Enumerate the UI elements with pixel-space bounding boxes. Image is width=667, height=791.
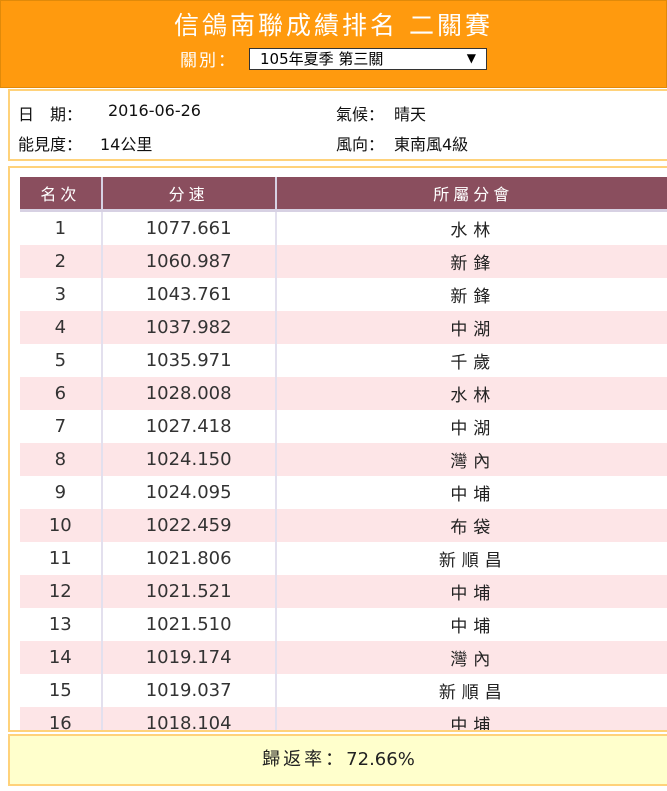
table-row: 5 1035.971 千歲 [20,344,667,377]
rank-cell: 8 [20,443,103,476]
speed-cell: 1028.008 [102,377,277,410]
page-title: 信鴿南聯成績排名 二關賽 [174,11,493,40]
rank-cell: 1 [20,212,103,245]
table-row: 1 1077.661 水林 [20,212,667,245]
table-row: 8 1024.150 灣內 [20,443,667,476]
rank-cell: 10 [20,509,103,542]
weather-label: 氣候： [336,105,385,124]
return-rate-label: 歸返率： [262,749,347,770]
dropdown-arrow-icon[interactable]: ▼ [467,51,476,65]
branch-cell: 布袋 [276,509,667,542]
branch-cell: 新順昌 [276,542,667,575]
wind-value: 東南風4級 [394,135,469,154]
speed-cell: 1024.095 [102,476,277,509]
rank-cell: 6 [20,377,103,410]
rank-cell: 9 [20,476,103,509]
rank-cell: 3 [20,278,103,311]
rank-cell: 13 [20,608,103,641]
branch-cell: 中埔 [276,476,667,509]
table-row: 6 1028.008 水林 [20,377,667,410]
branch-cell: 新鋒 [276,245,667,278]
branch-cell: 中埔 [276,707,667,730]
header: 信鴿南聯成績排名 二關賽 關別： 105年夏季 第三關 ▼ [0,0,667,88]
table-row: 14 1019.174 灣內 [20,641,667,674]
column-header-rank: 名次 [20,177,103,212]
table-row: 7 1027.418 中湖 [20,410,667,443]
speed-cell: 1037.982 [102,311,277,344]
table-header-row: 名次 分速 所屬分會 [20,177,667,212]
rank-cell: 12 [20,575,103,608]
speed-cell: 1019.174 [102,641,277,674]
table-row: 10 1022.459 布袋 [20,509,667,542]
speed-cell: 1018.104 [102,707,277,730]
table-row: 11 1021.806 新順昌 [20,542,667,575]
rank-cell: 11 [20,542,103,575]
return-rate-bar: 歸返率：72.66% [8,734,667,786]
speed-cell: 1021.806 [102,542,277,575]
speed-cell: 1019.037 [102,674,277,707]
speed-cell: 1022.459 [102,509,277,542]
rank-cell: 16 [20,707,103,730]
date-value: 2016-06-26 [108,101,201,120]
rank-cell: 14 [20,641,103,674]
page-frame: 信鴿南聯成績排名 二關賽 關別： 105年夏季 第三關 ▼ 日 期： 2016-… [0,0,667,791]
return-rate-value: 72.66% [346,749,415,770]
branch-cell: 中埔 [276,608,667,641]
speed-cell: 1027.418 [102,410,277,443]
column-header-branch: 所屬分會 [276,177,667,212]
branch-cell: 新鋒 [276,278,667,311]
stage-label: 關別： [180,51,237,71]
speed-cell: 1021.510 [102,608,277,641]
table-row: 4 1037.982 中湖 [20,311,667,344]
table-body: 1 1077.661 水林 2 1060.987 新鋒 3 1043.761 新鋒 4 1037.9… [20,212,667,730]
table-row: 2 1060.987 新鋒 [20,245,667,278]
race-info-panel: 日 期： 2016-06-26 氣候： 晴天 能見度： 14公里 風向： 東南風… [8,89,667,161]
speed-cell: 1035.971 [102,344,277,377]
branch-cell: 水林 [276,377,667,410]
date-label: 日 期： [18,105,83,124]
speed-cell: 1043.761 [102,278,277,311]
weather-value: 晴天 [394,105,427,124]
table-row: 3 1043.761 新鋒 [20,278,667,311]
visibility-value: 14公里 [100,135,153,154]
rank-cell: 4 [20,311,103,344]
ranking-table-panel[interactable]: 名次 分速 所屬分會 1 1077.661 水林 2 1060.987 新鋒 3 1043.7… [8,166,667,732]
table-row: 16 1018.104 中埔 [20,707,667,730]
branch-cell: 水林 [276,212,667,245]
stage-select[interactable]: 105年夏季 第三關 ▼ [249,47,487,70]
speed-cell: 1024.150 [102,443,277,476]
branch-cell: 千歲 [276,344,667,377]
rank-cell: 7 [20,410,103,443]
table-row: 13 1021.510 中埔 [20,608,667,641]
table-row: 9 1024.095 中埔 [20,476,667,509]
rank-cell: 2 [20,245,103,278]
visibility-label: 能見度： [18,135,83,154]
column-header-speed: 分速 [102,177,277,212]
table-row: 12 1021.521 中埔 [20,575,667,608]
ranking-table: 名次 分速 所屬分會 1 1077.661 水林 2 1060.987 新鋒 3 1043.7… [20,177,667,730]
rank-cell: 15 [20,674,103,707]
speed-cell: 1060.987 [102,245,277,278]
wind-label: 風向： [336,135,385,154]
branch-cell: 灣內 [276,443,667,476]
branch-cell: 中湖 [276,311,667,344]
stage-selector-row: 關別： 105年夏季 第三關 ▼ [1,46,666,71]
speed-cell: 1077.661 [102,212,277,245]
table-row: 15 1019.037 新順昌 [20,674,667,707]
stage-select-value: 105年夏季 第三關 [260,50,384,68]
branch-cell: 中湖 [276,410,667,443]
branch-cell: 新順昌 [276,674,667,707]
branch-cell: 灣內 [276,641,667,674]
rank-cell: 5 [20,344,103,377]
speed-cell: 1021.521 [102,575,277,608]
branch-cell: 中埔 [276,575,667,608]
ranking-table-scroll[interactable]: 名次 分速 所屬分會 1 1077.661 水林 2 1060.987 新鋒 3 1043.7… [20,177,667,730]
